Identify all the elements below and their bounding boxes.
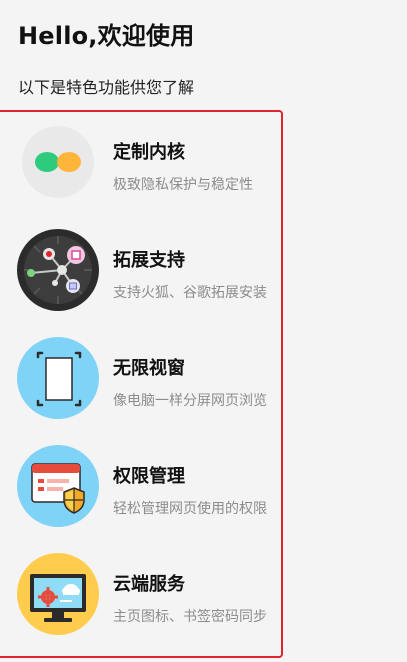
page-subtitle: 以下是特色功能供您了解 xyxy=(18,78,195,97)
feature-list-panel: 定制内核 极致隐私保护与稳定性 拓展支持 支持火狐、谷歌拓展安装 无限视窗 像电… xyxy=(0,110,283,658)
feature-name: 拓展支持 xyxy=(113,250,185,271)
permission-shield-icon xyxy=(16,444,100,528)
feature-description: 支持火狐、谷歌拓展安装 xyxy=(113,285,267,301)
feature-description: 极致隐私保护与稳定性 xyxy=(113,177,253,193)
feature-item-extension-support[interactable]: 拓展支持 支持火狐、谷歌拓展安装 xyxy=(0,220,281,320)
cloud-sync-icon xyxy=(16,552,100,636)
page-title: Hello,欢迎使用 xyxy=(18,22,195,50)
feature-name: 定制内核 xyxy=(113,142,185,163)
feature-description: 主页图标、书签密码同步 xyxy=(113,609,267,625)
feature-item-infinite-window[interactable]: 无限视窗 像电脑一样分屏网页浏览 xyxy=(0,328,281,428)
extension-network-icon xyxy=(16,228,100,312)
feature-description: 轻松管理网页使用的权限 xyxy=(113,501,267,517)
window-frame-icon xyxy=(16,336,100,420)
kernel-dots-icon xyxy=(16,120,100,204)
feature-item-permission-management[interactable]: 权限管理 轻松管理网页使用的权限 xyxy=(0,436,281,536)
feature-description: 像电脑一样分屏网页浏览 xyxy=(113,393,267,409)
feature-item-custom-kernel[interactable]: 定制内核 极致隐私保护与稳定性 xyxy=(0,112,281,212)
feature-name: 权限管理 xyxy=(113,466,185,487)
feature-name: 云端服务 xyxy=(113,574,185,595)
feature-name: 无限视窗 xyxy=(113,358,185,379)
feature-item-cloud-service[interactable]: 云端服务 主页图标、书签密码同步 xyxy=(0,544,281,644)
